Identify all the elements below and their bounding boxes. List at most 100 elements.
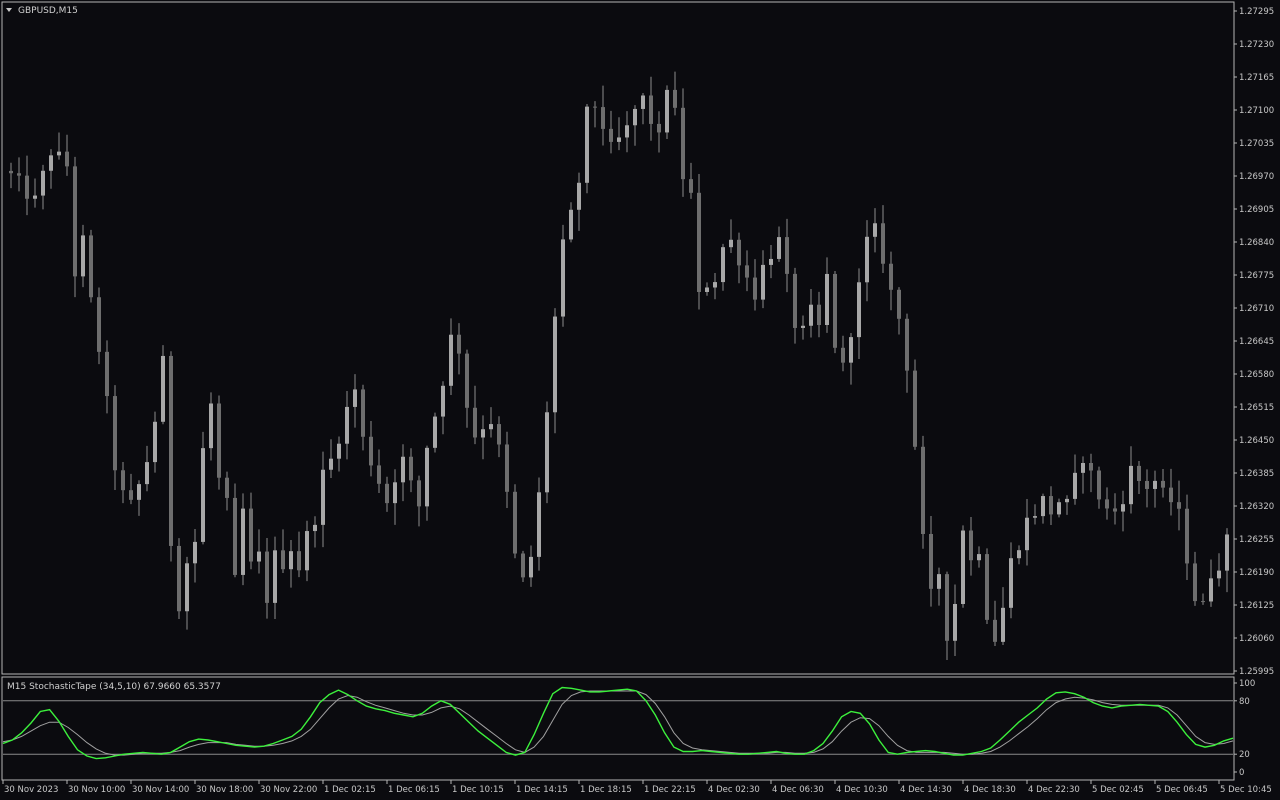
candle-body [817, 304, 821, 326]
candle-body [1089, 462, 1093, 471]
candle-body [1009, 558, 1013, 608]
candle-body [1081, 462, 1085, 473]
candle-body [193, 541, 197, 564]
price-tick-label: 1.26580 [1239, 370, 1274, 380]
candle-body [217, 403, 221, 478]
candle-body [185, 563, 189, 612]
candle-body [857, 282, 861, 338]
time-tick-label: 5 Dec 02:45 [1092, 785, 1144, 795]
candle-body [913, 370, 917, 447]
candle-body [705, 287, 709, 292]
candle-body [1049, 496, 1053, 515]
price-tick-label: 1.26645 [1239, 337, 1274, 347]
candle-body [1025, 517, 1029, 551]
chart-title: GBPUSD,M15 [18, 6, 78, 16]
candle-body [761, 264, 765, 300]
candle-body [841, 347, 845, 363]
candle-body [1113, 508, 1117, 512]
candle-body [201, 448, 205, 542]
candle-body [433, 416, 437, 448]
candle-body [777, 237, 781, 259]
candle-body [1137, 465, 1141, 481]
candle-body [945, 574, 949, 641]
price-tick-label: 1.26840 [1239, 238, 1274, 248]
time-tick-label: 4 Dec 14:30 [900, 785, 952, 795]
candle-body [833, 273, 837, 348]
candle-body [577, 182, 581, 210]
price-tick-label: 1.26385 [1239, 469, 1274, 479]
candle-body [233, 497, 237, 575]
candle-body [313, 524, 317, 532]
price-tick-label: 1.26515 [1239, 403, 1274, 413]
price-tick-label: 1.26905 [1239, 205, 1274, 215]
candle-body [569, 209, 573, 240]
candle-body [33, 195, 37, 199]
candle-body [393, 482, 397, 504]
candle-body [305, 531, 309, 571]
candle-body [801, 325, 805, 328]
candle-body [849, 337, 853, 363]
candle-body [1073, 472, 1077, 499]
candle-body [129, 490, 133, 500]
candle-body [649, 95, 653, 124]
candle-body [1041, 496, 1045, 517]
time-tick-label: 1 Dec 10:15 [452, 785, 504, 795]
candle-body [449, 334, 453, 386]
candle-body [889, 263, 893, 290]
candle-body [353, 389, 357, 407]
candle-body [273, 550, 277, 603]
candle-body [281, 550, 285, 570]
candle-body [593, 106, 597, 108]
time-tick-label: 4 Dec 22:30 [1028, 785, 1080, 795]
price-tick-label: 1.27230 [1239, 40, 1274, 50]
candle-body [865, 236, 869, 283]
time-tick-label: 5 Dec 10:45 [1220, 785, 1272, 795]
price-tick-label: 1.27100 [1239, 106, 1274, 116]
candle-body [657, 123, 661, 133]
price-tick-label: 1.26320 [1239, 502, 1274, 512]
candle-body [81, 235, 85, 277]
candle-body [601, 107, 605, 129]
time-tick-label: 1 Dec 06:15 [388, 785, 440, 795]
time-tick-label: 1 Dec 18:15 [580, 785, 632, 795]
candle-body [969, 530, 973, 561]
indicator-axis: 100 80 20 0 [1234, 679, 1255, 778]
price-tick-label: 1.26970 [1239, 172, 1274, 182]
candle-body [937, 574, 941, 589]
price-tick-label: 1.27295 [1239, 7, 1274, 17]
candle-body [169, 355, 173, 546]
candle-body [457, 334, 461, 354]
candle-body [545, 412, 549, 493]
candle-body [473, 407, 477, 438]
candle-body [1057, 502, 1061, 515]
candle-body [361, 389, 365, 437]
candle-body [753, 277, 757, 300]
time-axis: 30 Nov 2023 30 Nov 10:00 30 Nov 14:00 30 No… [2, 780, 1272, 795]
price-tick-label: 1.25995 [1239, 667, 1274, 677]
candle-body [929, 533, 933, 589]
time-tick-label: 1 Dec 02:15 [324, 785, 376, 795]
candle-body [977, 554, 981, 561]
candle-body [209, 403, 213, 449]
candle-body [465, 353, 469, 408]
candle-body [1001, 607, 1005, 642]
candle-body [57, 151, 61, 156]
candle-body [785, 237, 789, 274]
candle-body [265, 551, 269, 603]
candle-body [673, 89, 677, 108]
candle-body [873, 223, 877, 237]
candle-body [1129, 465, 1133, 505]
time-tick-label: 4 Dec 10:30 [836, 785, 888, 795]
candle-body [121, 470, 125, 491]
candle-body [881, 223, 885, 264]
candle-body [793, 273, 797, 328]
candle-body [1097, 470, 1101, 500]
candle-body [345, 406, 349, 444]
candle-body [537, 492, 541, 557]
candle-body [905, 318, 909, 371]
candle-body [497, 424, 501, 445]
candle-body [241, 508, 245, 575]
indicator-panel[interactable] [1, 676, 1235, 781]
candle-body [681, 107, 685, 180]
candle-body [505, 444, 509, 492]
